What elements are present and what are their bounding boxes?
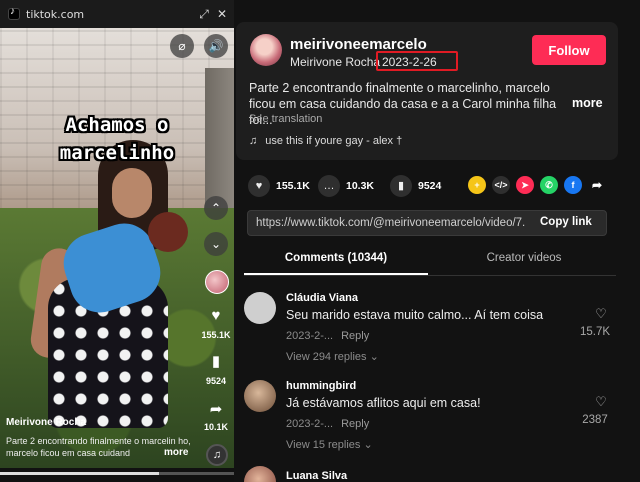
send-icon[interactable]: ➤ [516, 176, 534, 194]
facebook-icon[interactable]: f [564, 176, 582, 194]
video-caption-line1: Achamos o [65, 114, 169, 136]
video-pane: tiktok.com ⤢ ✕ Achamos o marcelinho ⌀ 🔊 … [0, 0, 234, 482]
tab-creator-videos[interactable]: Creator videos [432, 252, 616, 264]
fullscreen-icon[interactable]: ⤢ [196, 6, 212, 22]
heart-icon[interactable]: ♥ [206, 306, 226, 326]
view-replies-link[interactable]: View 15 replies ⌄ [286, 438, 373, 451]
video-progress-fill [0, 472, 160, 475]
video-link-url[interactable]: https://www.tiktok.com/@meirivoneemarcel… [256, 217, 526, 229]
comment-count: 10.3K [346, 180, 375, 192]
volume-icon[interactable]: 🔊 [204, 34, 228, 58]
doll-head [148, 212, 188, 252]
commenter-name[interactable]: Luana Silva [286, 470, 347, 482]
commenter-avatar[interactable] [244, 292, 276, 324]
share-arrow-icon[interactable]: ➦ [588, 176, 606, 194]
comment-bubble-icon: … [318, 175, 340, 197]
chevron-down-icon: ⌄ [363, 439, 373, 451]
comment-text: Já estávamos aflitos aqui em casa! [286, 396, 481, 410]
view-replies-label: View 294 replies [286, 351, 367, 363]
tiktok-logo-icon [8, 6, 20, 20]
commenter-name[interactable]: hummingbird [286, 380, 356, 392]
heart-icon: ♥ [248, 175, 270, 197]
post-info-card: meirivoneemarcelo Meirivone Rocha · 2023… [236, 22, 618, 160]
see-translation-link[interactable]: See translation [249, 113, 322, 125]
bookmark-icon: ▮ [390, 175, 412, 197]
copy-link-button[interactable]: Copy link [540, 216, 592, 228]
close-icon[interactable]: ✕ [214, 6, 230, 22]
save-count: 9524 [418, 180, 442, 192]
detail-pane: meirivoneemarcelo Meirivone Rocha · 2023… [234, 0, 640, 482]
reply-button[interactable]: Reply [341, 330, 369, 342]
commenter-avatar[interactable] [244, 380, 276, 412]
tiktok-viewer: tiktok.com ⤢ ✕ Achamos o marcelinho ⌀ 🔊 … [0, 0, 640, 482]
bookmark-icon[interactable]: ▮ [206, 352, 226, 372]
pane-title-bar: tiktok.com ⤢ ✕ [0, 0, 234, 28]
video-author-name[interactable]: Meirivone Rocha [6, 417, 86, 428]
author-nickname[interactable]: Meirivone Rocha [290, 55, 380, 69]
comment-like-count: 15.7K [579, 326, 611, 338]
comment-date: 2023-2-... [286, 418, 334, 430]
video-save-count: 9524 [205, 376, 227, 386]
comment-heart-icon[interactable]: ♡ [586, 394, 616, 410]
video-more-link[interactable]: more [164, 447, 188, 458]
no-caption-icon[interactable]: ⌀ [170, 34, 194, 58]
chevron-down-icon: ⌄ [369, 351, 379, 363]
plus-circle-icon[interactable]: + [468, 176, 486, 194]
reply-button[interactable]: Reply [341, 418, 369, 430]
comment-heart-icon[interactable]: ♡ [586, 306, 616, 322]
embed-icon[interactable]: </> [492, 176, 510, 194]
follow-button[interactable]: Follow [532, 35, 606, 65]
commenter-avatar[interactable] [244, 466, 276, 482]
comment-text: Seu marido estava muito calmo... Aí tem … [286, 308, 544, 322]
commenter-name[interactable]: Cláudia Viana [286, 292, 358, 304]
share-icon[interactable]: ➦ [206, 400, 226, 420]
comment-tabs: Comments (10344) Creator videos [244, 246, 616, 276]
comment-meta: 2023-2-... Reply [286, 330, 369, 342]
comment-like-count: 2387 [582, 414, 608, 426]
video-like-count: 155.1K [201, 330, 231, 340]
video-progress-bar[interactable] [0, 472, 234, 475]
pane-site-label: tiktok.com [26, 7, 85, 21]
comment-date: 2023-2-... [286, 330, 334, 342]
whatsapp-icon[interactable]: ✆ [540, 176, 558, 194]
previous-video-icon[interactable]: ⌃ [204, 196, 228, 220]
person-face [112, 168, 152, 218]
date-highlight-box [376, 51, 458, 71]
video-player[interactable]: Achamos o marcelinho ⌀ 🔊 ⌃ ⌄ ♥ 155.1K ▮ … [0, 28, 234, 468]
active-tab-indicator [244, 273, 428, 275]
video-link-box: https://www.tiktok.com/@meirivoneemarcel… [247, 210, 607, 236]
author-avatar[interactable] [250, 34, 282, 66]
description-more-link[interactable]: more [572, 96, 603, 110]
video-caption-line2: marcelinho [59, 142, 175, 164]
video-share-count: 10.1K [203, 422, 229, 432]
comment-meta: 2023-2-... Reply [286, 418, 369, 430]
like-count: 155.1K [276, 180, 310, 192]
view-replies-link[interactable]: View 294 replies ⌄ [286, 350, 379, 363]
music-link[interactable]: ♫ use this if youre gay - alex † [249, 135, 402, 147]
music-disc-icon[interactable]: ♫ [206, 444, 228, 466]
view-replies-label: View 15 replies [286, 439, 361, 451]
author-avatar-small[interactable] [205, 270, 229, 294]
next-video-icon[interactable]: ⌄ [204, 232, 228, 256]
music-title: use this if youre gay - alex † [265, 135, 403, 147]
like-action[interactable]: ♥ 155.1K [248, 174, 310, 198]
comment-action[interactable]: … 10.3K [318, 174, 374, 198]
save-action[interactable]: ▮ 9524 [390, 174, 441, 198]
music-note-icon: ♫ [249, 135, 258, 147]
tab-comments[interactable]: Comments (10344) [244, 252, 428, 264]
